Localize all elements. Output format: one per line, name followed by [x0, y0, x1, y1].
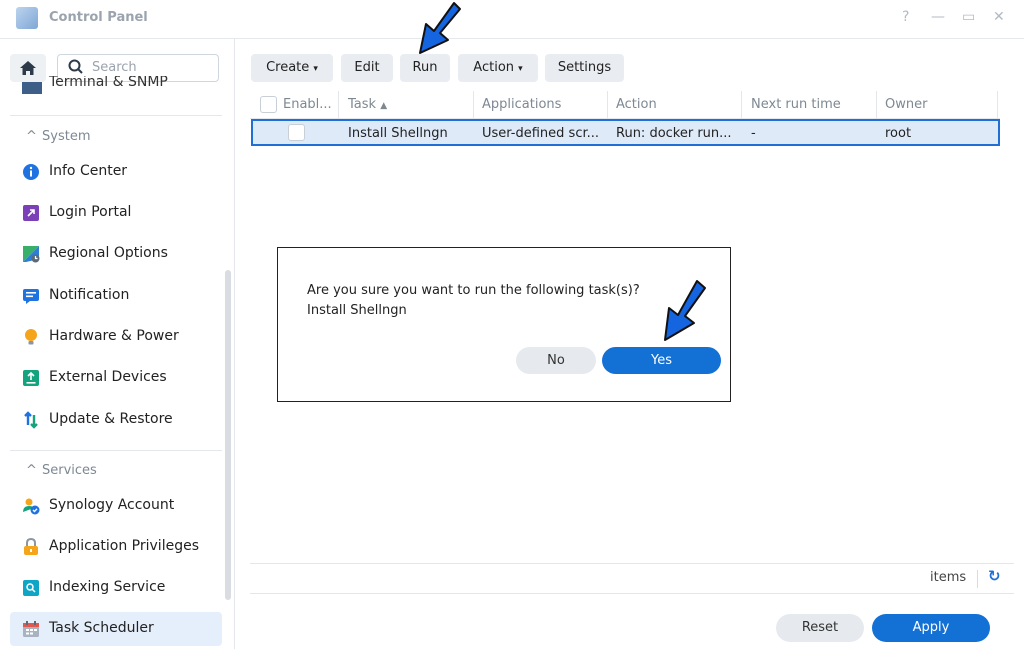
sort-ascending-icon: ▲ [380, 101, 388, 111]
sidebar-item-notification[interactable]: Notification [10, 279, 222, 313]
cell-next-run-time: - [751, 126, 756, 141]
sidebar-item-application-privileges[interactable]: Application Privileges [10, 530, 222, 564]
section-system[interactable]: ^ System [26, 129, 90, 144]
hardware-power-icon [25, 329, 37, 345]
cell-action: Run: docker run... [616, 126, 732, 141]
sidebar-item-task-scheduler[interactable]: Task Scheduler [10, 612, 222, 646]
column-divider [997, 91, 998, 118]
column-action[interactable]: Action [616, 97, 657, 112]
refresh-icon[interactable]: ↻ [988, 567, 1001, 585]
table-row[interactable]: Install Shellngn User-defined scr... Run… [251, 119, 1000, 146]
edit-button[interactable]: Edit [341, 54, 393, 82]
search-icon [68, 59, 83, 74]
divider [10, 115, 222, 116]
column-next-run-time[interactable]: Next run time [751, 97, 841, 112]
sidebar-item-synology-account[interactable]: Synology Account [10, 489, 222, 523]
login-portal-icon [23, 205, 39, 221]
sidebar-item-regional-options[interactable]: Regional Options [10, 237, 222, 271]
reset-button[interactable]: Reset [776, 614, 864, 642]
column-divider [338, 91, 339, 118]
chevron-up-icon: ^ [26, 463, 37, 478]
caret-down-icon: ▾ [313, 64, 318, 74]
table-header: Enabl... Task ▲ Applications Action Next… [250, 91, 1000, 119]
column-divider [741, 91, 742, 118]
sidebar-item-info-center[interactable]: Info Center [10, 155, 222, 189]
indexing-service-icon [23, 580, 39, 596]
no-button[interactable]: No [516, 347, 596, 374]
close-icon[interactable]: ✕ [993, 9, 1005, 25]
divider [10, 450, 222, 451]
pointer-arrow-icon [664, 280, 706, 341]
table-footer: items ↻ [250, 563, 1014, 594]
divider [977, 570, 978, 588]
help-icon[interactable]: ? [902, 9, 909, 25]
external-devices-icon [23, 370, 39, 386]
cell-owner: root [885, 126, 912, 141]
column-divider [473, 91, 474, 118]
notification-icon [23, 289, 39, 304]
maximize-icon[interactable]: ▭ [962, 9, 975, 25]
minimize-icon[interactable]: — [931, 9, 945, 25]
sidebar-item-external-devices[interactable]: External Devices [10, 361, 222, 395]
items-count: items [930, 570, 967, 585]
terminal-icon [22, 82, 42, 94]
section-services[interactable]: ^ Services [26, 463, 97, 478]
select-all-checkbox[interactable] [260, 96, 277, 113]
column-owner[interactable]: Owner [885, 97, 927, 112]
control-panel-icon [16, 7, 38, 29]
column-divider [876, 91, 877, 118]
sidebar-item-hardware-power[interactable]: Hardware & Power [10, 320, 222, 354]
regional-options-icon [23, 246, 40, 263]
enabled-checkbox[interactable] [288, 124, 305, 141]
dialog-message: Are you sure you want to run the followi… [307, 283, 640, 298]
update-restore-icon [24, 411, 38, 429]
search-input[interactable] [90, 59, 214, 76]
pointer-arrow-icon [419, 2, 461, 54]
chevron-up-icon: ^ [26, 129, 37, 144]
dialog-task-name: Install Shellngn [307, 303, 407, 318]
application-privileges-icon [24, 538, 38, 555]
title-bar: Control Panel ? — ▭ ✕ [0, 0, 1024, 39]
column-enabled[interactable]: Enabl... [283, 97, 332, 112]
sidebar-item-login-portal[interactable]: Login Portal [10, 196, 222, 230]
action-button[interactable]: Action ▾ [458, 54, 538, 82]
caret-down-icon: ▾ [518, 64, 523, 74]
column-applications[interactable]: Applications [482, 97, 561, 112]
sidebar-item-terminal-snmp[interactable]: Terminal & SNMP [20, 76, 220, 94]
apply-button[interactable]: Apply [872, 614, 990, 642]
settings-button[interactable]: Settings [545, 54, 624, 82]
yes-button[interactable]: Yes [602, 347, 721, 374]
cell-task: Install Shellngn [348, 126, 448, 141]
run-button[interactable]: Run [400, 54, 450, 82]
column-task[interactable]: Task ▲ [348, 97, 387, 112]
window-title: Control Panel [49, 10, 148, 25]
sidebar-scrollbar[interactable] [225, 270, 231, 600]
info-icon [23, 164, 39, 180]
synology-account-icon [23, 498, 40, 515]
sidebar-item-indexing-service[interactable]: Indexing Service [10, 571, 222, 605]
create-button[interactable]: Create ▾ [251, 54, 333, 82]
task-scheduler-icon [23, 621, 39, 637]
sidebar-item-update-restore[interactable]: Update & Restore [10, 403, 222, 437]
cell-applications: User-defined scr... [482, 126, 600, 141]
column-divider [607, 91, 608, 118]
sidebar: Terminal & SNMP ^System Info Center Logi… [0, 39, 235, 649]
